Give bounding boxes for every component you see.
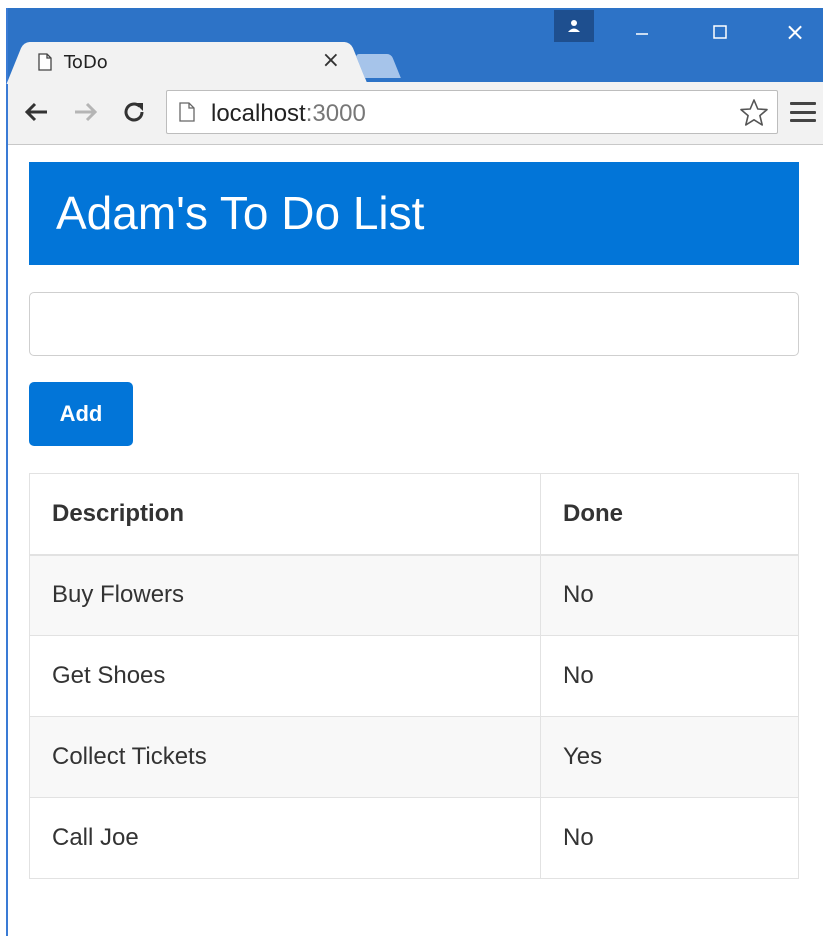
- task-description: Get Shoes: [29, 635, 541, 717]
- person-icon: [568, 20, 580, 32]
- column-header-done: Done: [540, 473, 799, 556]
- task-done: No: [540, 797, 799, 879]
- profile-button[interactable]: [554, 10, 594, 42]
- table-row: Call Joe No: [29, 797, 799, 879]
- table-row: Collect Tickets Yes: [29, 716, 799, 798]
- task-description: Buy Flowers: [29, 554, 541, 636]
- add-button[interactable]: Add: [29, 382, 133, 446]
- arrow-right-icon: [75, 102, 98, 122]
- browser-toolbar: localhost:3000: [8, 82, 823, 145]
- column-header-description: Description: [29, 473, 541, 556]
- page-icon: [38, 53, 52, 71]
- menu-line: [790, 119, 816, 122]
- maximize-button[interactable]: [692, 8, 748, 56]
- url-port: :3000: [305, 100, 366, 127]
- tab-close-icon[interactable]: ×: [322, 48, 340, 73]
- menu-line: [790, 110, 816, 114]
- reload-icon: [124, 102, 144, 122]
- back-button[interactable]: [20, 96, 52, 128]
- table-row: Buy Flowers No: [29, 554, 799, 636]
- browser-tab[interactable]: ToDo ×: [24, 42, 350, 84]
- tab-title: ToDo: [64, 52, 108, 73]
- arrow-left-icon: [24, 102, 47, 122]
- title-bar: ToDo × ×: [8, 8, 823, 84]
- menu-line: [790, 102, 816, 105]
- page-title: Adam's To Do List: [56, 187, 425, 239]
- task-done: No: [540, 635, 799, 717]
- url-text: localhost:3000: [211, 100, 366, 128]
- new-task-input[interactable]: [29, 292, 799, 356]
- table-header-row: Description Done: [29, 473, 799, 556]
- task-done: Yes: [540, 716, 799, 798]
- star-icon[interactable]: [739, 98, 769, 128]
- task-done: No: [540, 554, 799, 636]
- minimize-icon: [636, 33, 648, 35]
- page-header: Adam's To Do List: [29, 162, 799, 265]
- hamburger-icon[interactable]: [790, 98, 816, 126]
- todo-table: Description Done Buy Flowers No Get Shoe…: [29, 473, 799, 879]
- address-bar[interactable]: localhost:3000: [166, 90, 778, 134]
- forward-button[interactable]: [70, 96, 102, 128]
- minimize-button[interactable]: [614, 8, 670, 56]
- task-description: Call Joe: [29, 797, 541, 879]
- reload-button[interactable]: [118, 96, 150, 128]
- page-icon: [179, 102, 195, 122]
- maximize-icon: [713, 25, 727, 39]
- task-description: Collect Tickets: [29, 716, 541, 798]
- url-host: localhost: [211, 100, 306, 127]
- table-row: Get Shoes No: [29, 635, 799, 717]
- close-window-icon[interactable]: ×: [767, 8, 823, 56]
